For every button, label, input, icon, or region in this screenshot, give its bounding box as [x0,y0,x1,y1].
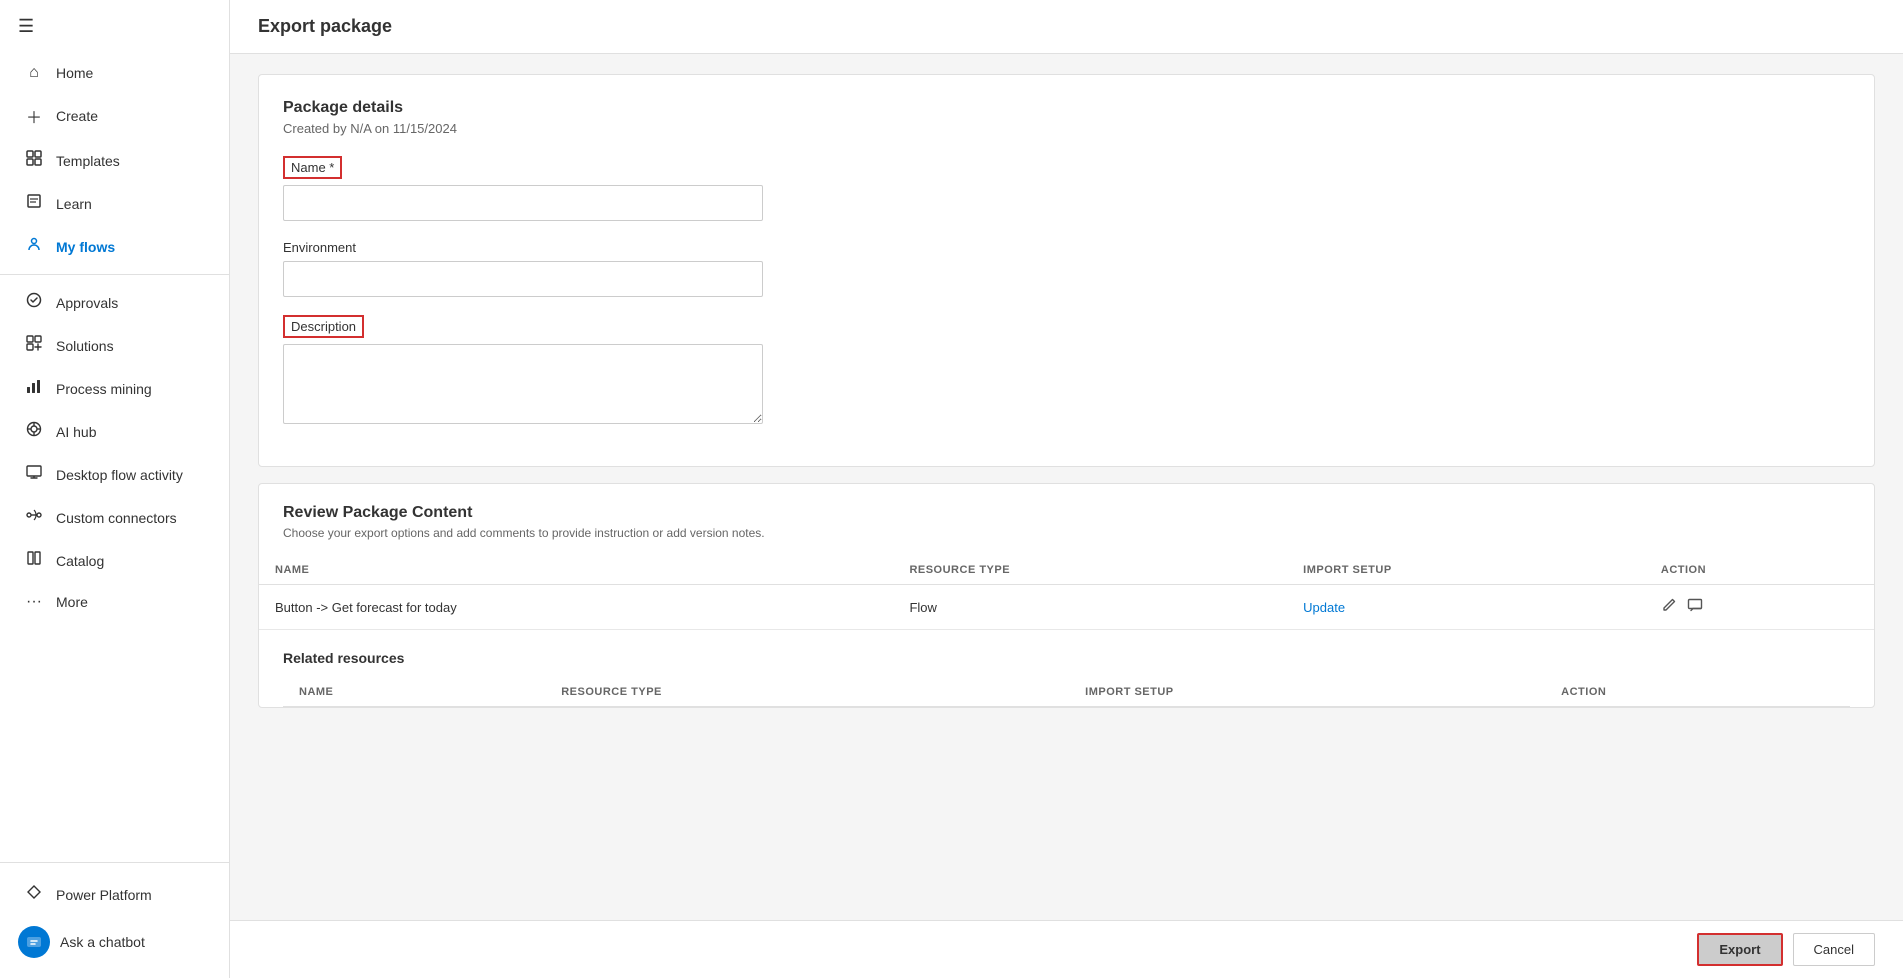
chatbot-icon [18,926,50,958]
templates-icon [24,150,44,171]
chatbot-button[interactable]: Ask a chatbot [0,916,229,968]
sidebar-label-ai-hub: AI hub [56,424,96,440]
description-field-group: Description [283,315,1850,424]
environment-label: Environment [283,240,356,255]
sidebar-label-approvals: Approvals [56,295,118,311]
related-col-resource-type: RESOURCE TYPE [545,678,1069,707]
sidebar-item-create[interactable]: ＋ Create [6,94,223,138]
sidebar-item-templates[interactable]: Templates [6,140,223,181]
sidebar-label-home: Home [56,65,93,81]
col-header-import-setup: IMPORT SETUP [1287,556,1645,585]
review-subtitle: Choose your export options and add comme… [283,526,1850,540]
col-header-action: ACTION [1645,556,1874,585]
learn-icon [24,193,44,214]
col-header-resource-type: RESOURCE TYPE [893,556,1287,585]
sidebar-item-ai-hub[interactable]: AI hub [6,411,223,452]
related-resources-title: Related resources [283,650,1850,666]
content-area: Package details Created by N/A on 11/15/… [230,54,1903,788]
desktop-flow-activity-icon [24,464,44,485]
sidebar-label-desktop-flow-activity: Desktop flow activity [56,467,183,483]
review-package-card: Review Package Content Choose your expor… [258,483,1875,708]
approvals-icon [24,292,44,313]
sidebar-item-process-mining[interactable]: Process mining [6,368,223,409]
import-setup-link[interactable]: Update [1303,600,1345,615]
col-header-name: NAME [259,556,893,585]
page-title: Export package [258,16,1875,37]
sidebar-item-solutions[interactable]: Solutions [6,325,223,366]
related-col-name: NAME [283,678,545,707]
main-content: Export package Package details Created b… [230,0,1903,978]
row-action [1645,585,1874,630]
row-import-setup: Update [1287,585,1645,630]
export-button[interactable]: Export [1697,933,1782,966]
action-icons [1661,597,1858,617]
sidebar-item-learn[interactable]: Learn [6,183,223,224]
package-details-title: Package details [283,99,1850,117]
description-label: Description [283,315,364,338]
related-col-import-setup: IMPORT SETUP [1069,678,1545,707]
sidebar-item-power-platform[interactable]: Power Platform [6,874,223,915]
row-resource-type: Flow [893,585,1287,630]
solutions-icon [24,335,44,356]
sidebar-label-templates: Templates [56,153,120,169]
environment-input[interactable] [283,261,763,297]
chatbot-label: Ask a chatbot [60,934,145,950]
sidebar-bottom: Power Platform Ask a chatbot [0,862,229,978]
sidebar-label-catalog: Catalog [56,553,104,569]
sidebar-item-catalog[interactable]: Catalog [6,540,223,581]
more-icon: ··· [24,593,44,611]
sidebar-label-power-platform: Power Platform [56,887,152,903]
sidebar-item-more[interactable]: ··· More [6,583,223,621]
my-flows-icon [24,236,44,257]
sidebar-item-desktop-flow-activity[interactable]: Desktop flow activity [6,454,223,495]
environment-field-group: Environment [283,239,1850,297]
hamburger-menu[interactable]: ☰ [0,0,229,53]
page-header: Export package [230,0,1903,54]
name-input[interactable] [283,185,763,221]
table-row: Button -> Get forecast for today Flow Up… [259,585,1874,630]
sidebar-item-home[interactable]: ⌂ Home [6,54,223,92]
sidebar-item-custom-connectors[interactable]: Custom connectors [6,497,223,538]
cancel-button[interactable]: Cancel [1793,933,1875,966]
related-table-header-row: NAME RESOURCE TYPE IMPORT SETUP ACTION [283,678,1850,707]
sidebar-label-solutions: Solutions [56,338,114,354]
sidebar-item-my-flows[interactable]: My flows [6,226,223,267]
footer-bar: Export Cancel [230,920,1903,978]
catalog-icon [24,550,44,571]
review-table-header-row: NAME RESOURCE TYPE IMPORT SETUP ACTION [259,556,1874,585]
custom-connectors-icon [24,507,44,528]
name-field-group: Name * [283,156,1850,221]
sidebar-label-more: More [56,594,88,610]
name-label: Name * [283,156,342,179]
sidebar-label-process-mining: Process mining [56,381,152,397]
edit-icon[interactable] [1661,597,1677,617]
home-icon: ⌂ [24,64,44,82]
related-resources-section: Related resources NAME RESOURCE TYPE IMP… [259,630,1874,707]
review-table: NAME RESOURCE TYPE IMPORT SETUP ACTION B… [259,556,1874,630]
review-header: Review Package Content Choose your expor… [259,484,1874,540]
related-col-action: ACTION [1545,678,1850,707]
sidebar-label-my-flows: My flows [56,239,115,255]
sidebar-label-create: Create [56,108,98,124]
package-details-card: Package details Created by N/A on 11/15/… [258,74,1875,467]
sidebar-label-learn: Learn [56,196,92,212]
sidebar-item-approvals[interactable]: Approvals [6,282,223,323]
package-details-subtitle: Created by N/A on 11/15/2024 [283,121,1850,136]
power-platform-icon [24,884,44,905]
row-name: Button -> Get forecast for today [259,585,893,630]
process-mining-icon [24,378,44,399]
sidebar: ☰ ⌂ Home ＋ Create Templates Learn My flo… [0,0,230,978]
review-title: Review Package Content [283,504,1850,522]
create-icon: ＋ [24,104,44,128]
ai-hub-icon [24,421,44,442]
related-resources-table: NAME RESOURCE TYPE IMPORT SETUP ACTION [283,678,1850,707]
sidebar-label-custom-connectors: Custom connectors [56,510,177,526]
description-textarea[interactable] [283,344,763,424]
comment-icon[interactable] [1687,597,1703,617]
